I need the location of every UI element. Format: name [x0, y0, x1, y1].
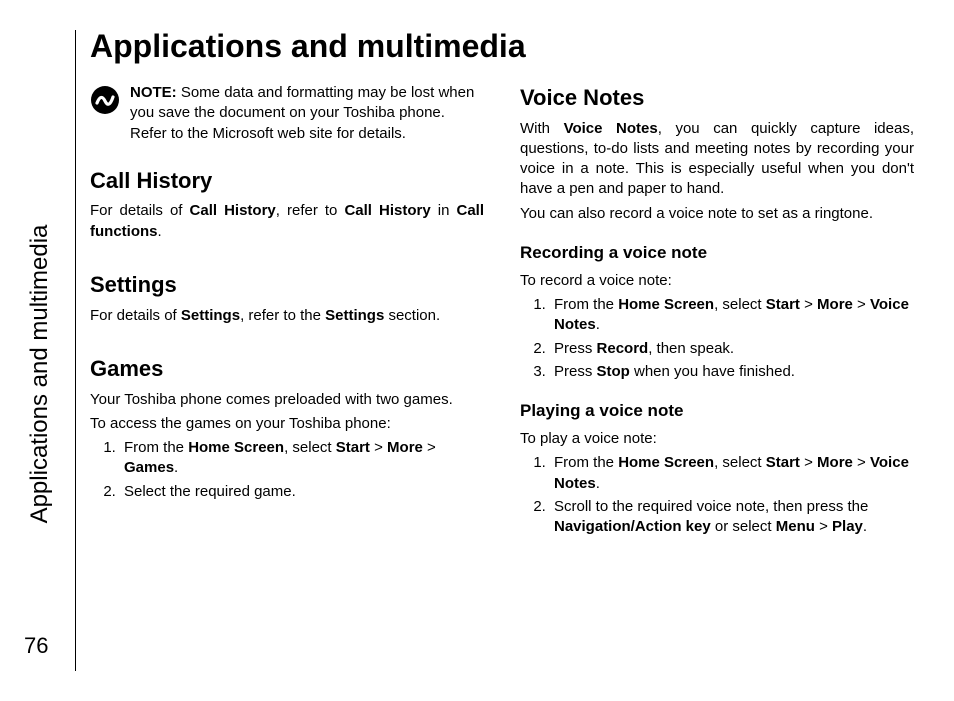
heading-recording: Recording a voice note [520, 242, 914, 265]
recording-step-3: Press Stop when you have finished. [550, 362, 914, 382]
recording-steps: From the Home Screen, select Start > Mor… [520, 295, 914, 382]
heading-games: Games [90, 354, 484, 384]
note-body: Some data and formatting may be lost whe… [130, 84, 474, 142]
vertical-divider [75, 30, 76, 671]
content-area: Applications and multimedia NOTE: Some d… [90, 28, 914, 671]
right-column: Voice Notes With Voice Notes, you can qu… [520, 83, 914, 543]
note-callout: NOTE: Some data and formatting may be lo… [90, 83, 484, 144]
left-column: NOTE: Some data and formatting may be lo… [90, 83, 484, 543]
voice-notes-intro: With Voice Notes, you can quickly captur… [520, 119, 914, 200]
page-title: Applications and multimedia [90, 28, 914, 65]
games-step-2: Select the required game. [120, 482, 484, 502]
heading-playing: Playing a voice note [520, 400, 914, 423]
two-column-layout: NOTE: Some data and formatting may be lo… [90, 83, 914, 543]
manual-page: Applications and multimedia 76 Applicati… [0, 0, 954, 701]
playing-step-2: Scroll to the required voice note, then … [550, 497, 914, 538]
games-steps: From the Home Screen, select Start > Mor… [90, 438, 484, 502]
note-label: NOTE: [130, 84, 177, 101]
playing-lead: To play a voice note: [520, 429, 914, 449]
heading-voice-notes: Voice Notes [520, 83, 914, 113]
games-step-1: From the Home Screen, select Start > Mor… [120, 438, 484, 479]
settings-text: For details of Settings, refer to the Se… [90, 306, 484, 326]
section-tab-label: Applications and multimedia [26, 204, 54, 544]
sidebar: Applications and multimedia [20, 30, 70, 671]
playing-steps: From the Home Screen, select Start > Mor… [520, 453, 914, 537]
recording-step-1: From the Home Screen, select Start > Mor… [550, 295, 914, 336]
recording-lead: To record a voice note: [520, 271, 914, 291]
heading-settings: Settings [90, 270, 484, 300]
recording-step-2: Press Record, then speak. [550, 339, 914, 359]
note-text: NOTE: Some data and formatting may be lo… [130, 83, 484, 144]
games-lead: To access the games on your Toshiba phon… [90, 414, 484, 434]
note-icon [90, 85, 120, 115]
games-intro: Your Toshiba phone comes preloaded with … [90, 390, 484, 410]
call-history-text: For details of Call History, refer to Ca… [90, 201, 484, 242]
voice-notes-intro2: You can also record a voice note to set … [520, 204, 914, 224]
page-number: 76 [24, 633, 48, 659]
heading-call-history: Call History [90, 166, 484, 196]
playing-step-1: From the Home Screen, select Start > Mor… [550, 453, 914, 494]
